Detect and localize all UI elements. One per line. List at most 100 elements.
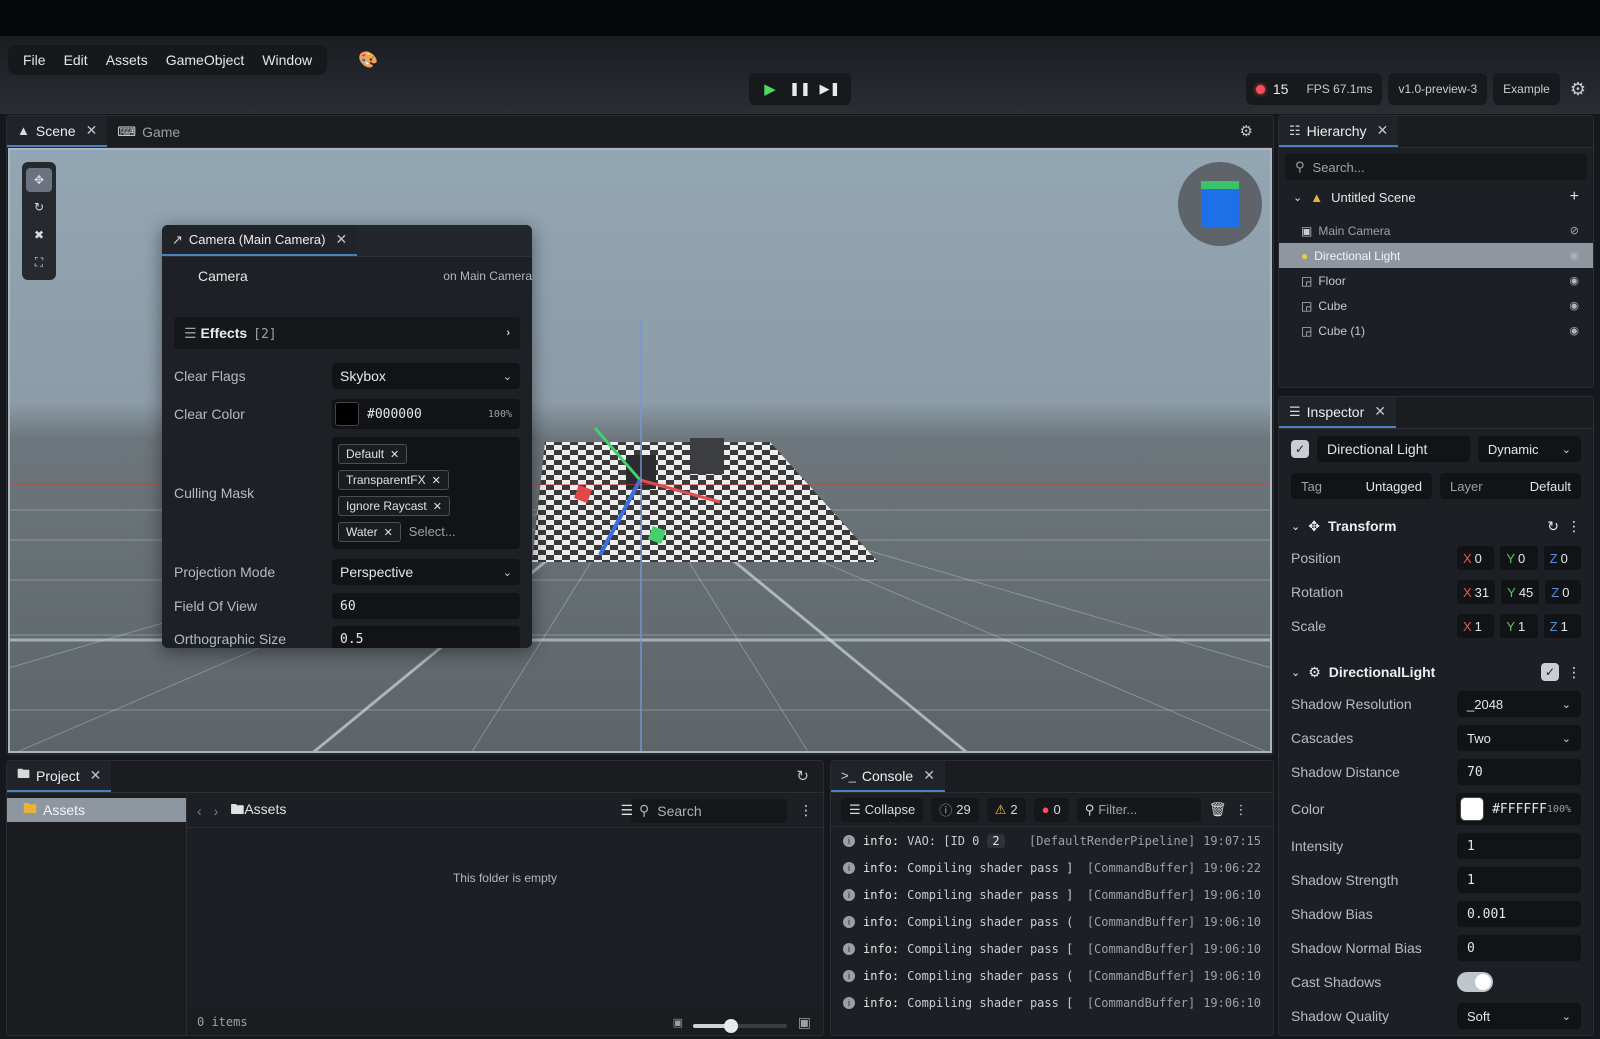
pause-button[interactable]: ❚❚: [788, 77, 812, 101]
tab-hierarchy[interactable]: ☷ Hierarchy ✕: [1279, 116, 1399, 147]
menu-window[interactable]: Window: [253, 45, 321, 75]
eye-icon[interactable]: ◉: [1569, 274, 1579, 287]
rotation-z-input[interactable]: Z0: [1545, 580, 1581, 604]
more-vertical-icon[interactable]: ⋮: [799, 802, 813, 819]
close-icon[interactable]: ✕: [923, 767, 935, 784]
folder-tree-item-assets[interactable]: 🖿 Assets: [7, 798, 186, 822]
mask-tag[interactable]: Default ✕: [338, 444, 408, 464]
cascades-select[interactable]: Two ⌄: [1457, 725, 1581, 751]
eye-icon[interactable]: ◉: [1569, 324, 1579, 337]
trash-icon[interactable]: 🗑: [1209, 801, 1227, 818]
close-icon[interactable]: ✕: [90, 767, 102, 784]
cast-shadows-toggle[interactable]: [1457, 972, 1493, 992]
menu-edit[interactable]: Edit: [55, 45, 97, 75]
hierarchy-search-input[interactable]: ⚲ Search...: [1285, 154, 1587, 180]
console-row[interactable]: i info: Compiling shader pass [[CommandBuf…: [831, 989, 1273, 1016]
clear-flags-select[interactable]: Skybox ⌄: [332, 363, 520, 389]
console-row[interactable]: i info: Compiling shader pass ([CommandBuf…: [831, 908, 1273, 935]
culling-mask-select[interactable]: Default ✕ TransparentFX ✕ Ignore Raycast ✕ …: [332, 437, 520, 549]
remove-icon[interactable]: ✕: [390, 448, 399, 461]
close-icon[interactable]: ✕: [1374, 403, 1386, 420]
collapse-button[interactable]: ☰ Collapse: [841, 797, 924, 822]
close-icon[interactable]: ✕: [1377, 122, 1389, 139]
shadow-resolution-select[interactable]: _2048 ⌄: [1457, 691, 1581, 717]
color-field[interactable]: #FFFFFF 100%: [1456, 793, 1581, 825]
console-row[interactable]: i info: Compiling shader pass ([CommandBuf…: [831, 962, 1273, 989]
step-button[interactable]: ▶❚: [818, 77, 842, 101]
intensity-input[interactable]: 1: [1457, 833, 1581, 859]
menu-assets[interactable]: Assets: [97, 45, 157, 75]
rotation-y-input[interactable]: Y 45: [1501, 580, 1540, 604]
thumbnail-size-slider[interactable]: [693, 1019, 787, 1033]
object-name-input[interactable]: Directional Light: [1317, 436, 1470, 462]
scale-x-input[interactable]: X1: [1457, 614, 1495, 638]
layer-select[interactable]: Layer Default: [1440, 473, 1581, 499]
stats-chip[interactable]: 15 FPS 67.1ms: [1245, 73, 1383, 105]
play-button[interactable]: ▶: [758, 77, 782, 101]
projection-select[interactable]: Perspective ⌄: [332, 559, 520, 585]
tag-select[interactable]: Tag Untagged: [1291, 473, 1432, 499]
console-row[interactable]: i info: Compiling shader pass ] [CommandBuf…: [831, 854, 1273, 881]
component-enabled-checkbox[interactable]: ✓: [1541, 663, 1559, 681]
close-icon[interactable]: ✕: [86, 122, 98, 139]
list-view-icon[interactable]: ☰: [620, 802, 633, 819]
shadow-bias-input[interactable]: 0.001: [1457, 901, 1581, 927]
project-name-button[interactable]: Example: [1493, 73, 1560, 105]
palette-icon[interactable]: 🎨: [358, 50, 378, 70]
clear-color-field[interactable]: #000000 100%: [332, 399, 520, 429]
transform-header[interactable]: ⌄ ✥ Transform ↻ ⋮: [1279, 511, 1593, 541]
shadow-normal-bias-input[interactable]: 0: [1457, 935, 1581, 961]
active-checkbox[interactable]: ✓: [1291, 440, 1309, 458]
breadcrumb[interactable]: 🖿Assets: [230, 799, 286, 823]
refresh-icon[interactable]: ↻: [796, 767, 809, 785]
back-icon[interactable]: ‹: [197, 803, 202, 819]
error-filter-button[interactable]: ● 0: [1033, 797, 1069, 822]
add-object-icon[interactable]: +: [1570, 188, 1579, 206]
position-x-input[interactable]: X0: [1457, 546, 1495, 570]
settings-gear-icon[interactable]: ⚙: [1566, 79, 1590, 100]
position-z-input[interactable]: Z0: [1543, 546, 1581, 570]
eye-icon[interactable]: ◉: [1569, 299, 1579, 312]
scale-z-input[interactable]: Z1: [1543, 614, 1581, 638]
hierarchy-item-cube[interactable]: ◲ Cube ◉: [1279, 293, 1593, 318]
more-vertical-icon[interactable]: ⋮: [1567, 518, 1581, 535]
tab-scene[interactable]: ▲ Scene ✕: [7, 116, 108, 147]
hierarchy-item-floor[interactable]: ◲ Floor ◉: [1279, 268, 1593, 293]
rotate-tool-icon[interactable]: ↻: [26, 195, 52, 219]
rotation-x-input[interactable]: X 31: [1457, 580, 1496, 604]
chevron-down-icon[interactable]: ⌄: [1291, 520, 1300, 533]
chevron-down-icon[interactable]: ⌄: [1293, 191, 1302, 204]
mask-tag[interactable]: TransparentFX ✕: [338, 470, 449, 490]
shadow-distance-input[interactable]: 70: [1457, 759, 1581, 785]
scene-settings-gear-icon[interactable]: ⚙: [1240, 122, 1253, 140]
mask-select-placeholder[interactable]: Select...: [409, 524, 456, 539]
scale-tool-icon[interactable]: ✖: [26, 223, 52, 247]
mask-tag[interactable]: Water ✕: [338, 522, 401, 542]
more-vertical-icon[interactable]: ⋮: [1567, 664, 1581, 681]
remove-icon[interactable]: ✕: [384, 526, 393, 539]
orientation-gizmo[interactable]: [1178, 162, 1262, 246]
eye-icon[interactable]: ◉: [1569, 249, 1579, 262]
forward-icon[interactable]: ›: [214, 803, 219, 819]
rect-tool-icon[interactable]: ⛶: [26, 250, 52, 274]
eye-off-icon[interactable]: ⊘: [1570, 224, 1579, 237]
position-y-input[interactable]: Y0: [1500, 546, 1538, 570]
shadow-quality-select[interactable]: Soft ⌄: [1457, 1003, 1581, 1029]
console-row[interactable]: i info: VAO: [ID 0 2 [DefaultRenderPipeline]…: [831, 827, 1273, 854]
console-row[interactable]: i info: Compiling shader pass [[CommandBuf…: [831, 935, 1273, 962]
hierarchy-item-main-camera[interactable]: ▣ Main Camera ⊘: [1279, 218, 1593, 243]
console-filter-input[interactable]: ⚲ Filter...: [1076, 797, 1201, 822]
hierarchy-item-directional-light[interactable]: ● Directional Light ◉: [1279, 243, 1593, 268]
effects-row[interactable]: ☰ Effects [2] ›: [174, 317, 520, 349]
color-swatch[interactable]: [1460, 797, 1485, 821]
shadow-strength-input[interactable]: 1: [1457, 867, 1581, 893]
mobility-select[interactable]: Dynamic ⌄: [1477, 436, 1581, 462]
tab-inspector[interactable]: ☰ Inspector ✕: [1279, 397, 1396, 428]
menu-file[interactable]: File: [14, 45, 55, 75]
fov-input[interactable]: 60: [332, 593, 520, 619]
mask-tag[interactable]: Ignore Raycast ✕: [338, 496, 450, 516]
info-filter-button[interactable]: ⓘ 29: [931, 797, 979, 822]
scale-y-input[interactable]: Y1: [1500, 614, 1538, 638]
close-icon[interactable]: ✕: [335, 231, 347, 248]
remove-icon[interactable]: ✕: [433, 500, 442, 513]
